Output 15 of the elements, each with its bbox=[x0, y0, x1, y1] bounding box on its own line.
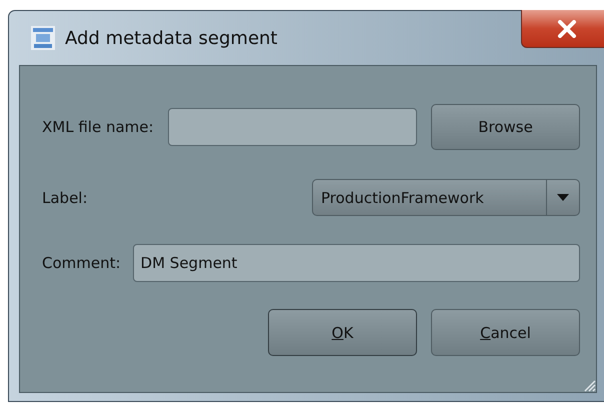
cancel-button[interactable]: Cancel bbox=[431, 309, 580, 356]
label-dropdown[interactable]: ProductionFramework bbox=[312, 179, 580, 216]
comment-field[interactable]: DM Segment bbox=[132, 244, 580, 282]
browse-button[interactable]: Browse bbox=[431, 104, 580, 150]
dropdown-arrow-icon bbox=[557, 194, 569, 202]
xml-file-field[interactable] bbox=[168, 108, 417, 146]
ok-button[interactable]: OK bbox=[268, 309, 417, 356]
window-title: Add metadata segment bbox=[65, 28, 278, 48]
close-icon bbox=[556, 20, 578, 38]
app-icon bbox=[31, 26, 55, 50]
close-button[interactable] bbox=[521, 10, 604, 48]
field-label: XML file name: bbox=[42, 118, 154, 136]
resize-grip-icon bbox=[582, 378, 596, 392]
field-label: Label: bbox=[42, 188, 88, 206]
field-label: Comment: bbox=[42, 254, 121, 272]
